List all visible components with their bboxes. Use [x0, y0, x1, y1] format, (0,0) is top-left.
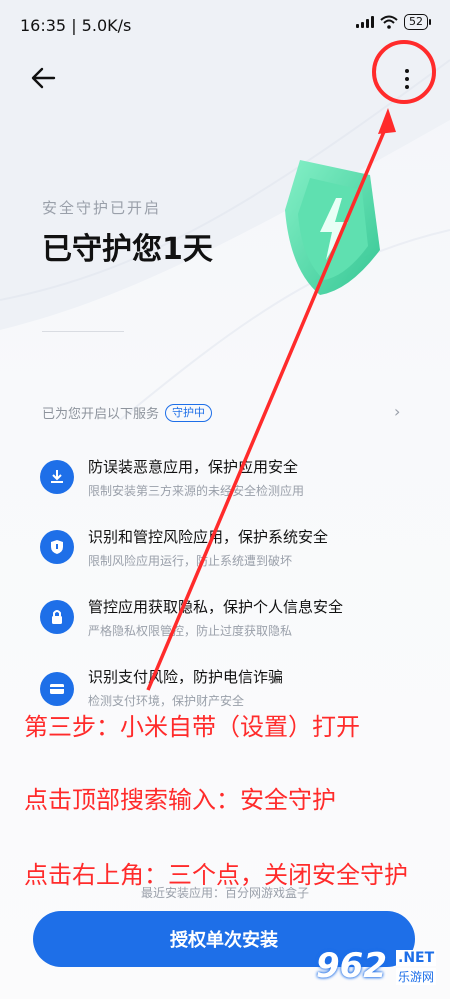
annotation-close: 点击右上角：三个点，关闭安全守护	[24, 861, 408, 889]
watermark-logo: 962 .NET 乐游网	[316, 942, 446, 994]
services-header-label: 已为您开启以下服务	[42, 407, 160, 422]
protection-days-title: 已守护您1天	[42, 232, 213, 267]
feature-title: 防误装恶意应用，保护应用安全	[88, 458, 299, 476]
card-icon	[40, 672, 74, 706]
annotation-step: 第三步：小米自带（设置）打开	[24, 713, 360, 741]
services-header[interactable]: 已为您开启以下服务 守护中	[42, 403, 213, 422]
signal-icon	[356, 16, 374, 28]
back-arrow-icon[interactable]	[28, 62, 60, 94]
shield-lightning-icon	[285, 160, 380, 295]
chevron-right-icon[interactable]: ›	[394, 402, 400, 421]
feature-title: 识别支付风险，防护电信诈骗	[88, 668, 284, 686]
watermark-net: .NET	[396, 950, 437, 966]
feature-item: 防误装恶意应用，保护应用安全 限制安装第三方来源的未经安全检测应用	[40, 456, 420, 516]
watermark-site: 乐游网	[396, 968, 437, 985]
annotation-circle	[372, 40, 436, 104]
feature-item: 识别和管控风险应用，保护系统安全 限制风险应用运行，防止系统遭到破坏	[40, 526, 420, 586]
protection-status-subtitle: 安全守护已开启	[42, 199, 162, 217]
feature-desc: 严格隐私权限管控，防止过度获取隐私	[88, 624, 293, 638]
status-time: 16:35 | 5.0K/s	[20, 16, 132, 35]
feature-item: 管控应用获取隐私，保护个人信息安全 严格隐私权限管控，防止过度获取隐私	[40, 596, 420, 656]
feature-title: 识别和管控风险应用，保护系统安全	[88, 528, 329, 546]
watermark-number: 962	[316, 946, 387, 986]
shield-icon	[40, 530, 74, 564]
feature-desc: 检测支付环境，保护财产安全	[88, 694, 245, 708]
wifi-icon	[380, 15, 398, 29]
status-icons: 52	[356, 14, 431, 30]
feature-title: 管控应用获取隐私，保护个人信息安全	[88, 598, 344, 616]
download-shield-icon	[40, 460, 74, 494]
feature-desc: 限制安装第三方来源的未经安全检测应用	[88, 484, 305, 498]
battery-icon: 52	[404, 14, 431, 30]
status-badge: 守护中	[165, 403, 213, 422]
annotation-search: 点击顶部搜索输入：安全守护	[24, 786, 336, 814]
lock-icon	[40, 600, 74, 634]
divider	[42, 331, 124, 332]
feature-desc: 限制风险应用运行，防止系统遭到破坏	[88, 554, 293, 568]
